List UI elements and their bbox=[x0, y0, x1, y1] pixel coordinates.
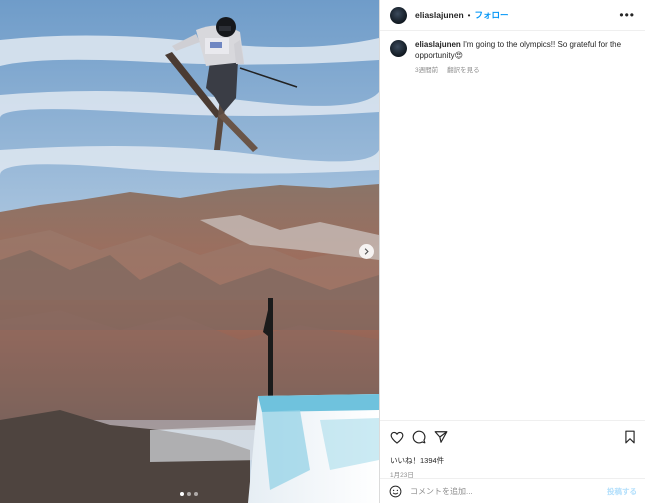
post-side-panel: eliaslajunen • フォロー ••• eliaslajunen I'm… bbox=[379, 0, 645, 503]
caption-block: eliaslajunen I'm going to the olympics!!… bbox=[380, 31, 645, 74]
carousel-dot bbox=[194, 492, 198, 496]
translate-link[interactable]: 翻訳を見る bbox=[447, 64, 480, 74]
avatar[interactable] bbox=[390, 40, 407, 57]
username-link[interactable]: eliaslajunen bbox=[415, 10, 464, 20]
skier-photo bbox=[0, 0, 379, 503]
caption-meta: 3週間前 翻訳を見る bbox=[415, 64, 630, 74]
more-options-icon[interactable]: ••• bbox=[619, 9, 635, 21]
caption-text: eliaslajunen I'm going to the olympics!!… bbox=[415, 39, 630, 61]
carousel-dot bbox=[180, 492, 184, 496]
comment-bar: 投稿する bbox=[380, 478, 645, 503]
likes-count[interactable]: いいね！1394件 bbox=[390, 455, 636, 466]
chevron-right-icon bbox=[364, 248, 369, 255]
paper-plane-icon[interactable] bbox=[434, 430, 448, 444]
time-ago: 3週間前 bbox=[415, 67, 439, 74]
caption-body: eliaslajunen I'm going to the olympics!!… bbox=[415, 39, 630, 74]
separator-dot: • bbox=[467, 10, 471, 20]
post-header: eliaslajunen • フォロー ••• bbox=[380, 0, 645, 31]
instagram-post-view: eliaslajunen • フォロー ••• eliaslajunen I'm… bbox=[0, 0, 645, 503]
caption-username[interactable]: eliaslajunen bbox=[415, 40, 461, 49]
avatar[interactable] bbox=[390, 6, 407, 24]
smiley-icon[interactable] bbox=[389, 485, 402, 498]
post-comment-button[interactable]: 投稿する bbox=[607, 486, 637, 497]
post-actions: いいね！1394件 1月23日 bbox=[380, 420, 645, 479]
comment-icon[interactable] bbox=[412, 430, 426, 444]
bookmark-icon[interactable] bbox=[624, 430, 636, 444]
action-icons bbox=[390, 429, 636, 445]
carousel-indicator bbox=[180, 492, 198, 496]
carousel-dot bbox=[187, 492, 191, 496]
comment-input[interactable] bbox=[410, 486, 600, 496]
heart-icon[interactable] bbox=[390, 431, 404, 444]
follow-button[interactable]: フォロー bbox=[474, 9, 508, 21]
post-media[interactable] bbox=[0, 0, 379, 503]
carousel-next-button[interactable] bbox=[359, 244, 374, 259]
